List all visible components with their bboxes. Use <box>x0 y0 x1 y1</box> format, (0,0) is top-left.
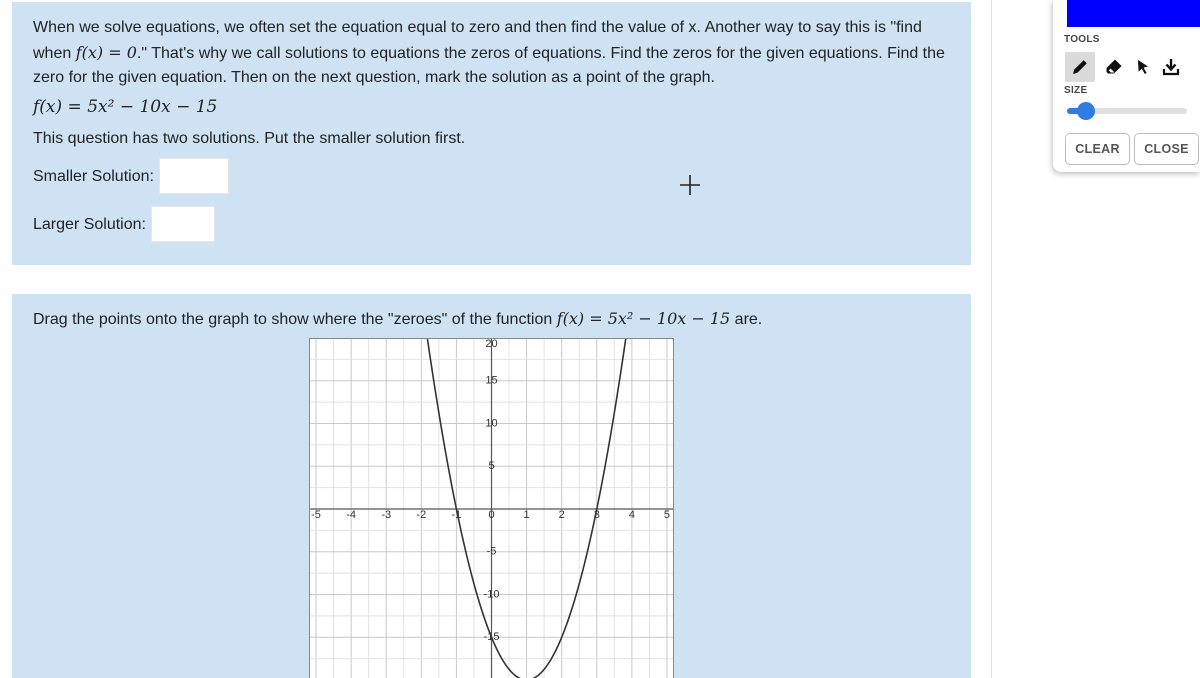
size-slider-thumb[interactable] <box>1077 102 1096 120</box>
y-tick-label: 15 <box>485 375 497 387</box>
fx-expression: f(x) <box>75 42 104 62</box>
graph-svg[interactable]: -5 -4 -3 -2 -1 0 1 2 3 4 52015105-5-10-15 <box>309 338 674 678</box>
question-card-2: Drag the points onto the graph to show w… <box>12 294 971 678</box>
y-tick-label: 5 <box>488 460 494 472</box>
eraser-tool-button[interactable] <box>1099 52 1129 82</box>
smaller-solution-label: Smaller Solution: <box>33 168 154 185</box>
x-tick-label: 1 <box>524 509 530 521</box>
pen-tool-button[interactable] <box>1065 52 1095 82</box>
drawing-tools-panel: TOOLS SIZE CLEAR CLOSE <box>1053 0 1200 172</box>
pen-icon <box>1073 60 1087 74</box>
x-tick-label: -3 <box>381 509 391 521</box>
equals-zero: = 0 <box>103 42 137 62</box>
larger-solution-input[interactable] <box>151 206 215 242</box>
size-label: SIZE <box>1064 85 1088 96</box>
color-swatch[interactable] <box>1067 0 1200 27</box>
x-tick-label: 0 <box>488 509 494 521</box>
drag-text-after: are. <box>730 311 763 328</box>
drag-formula: f(x) = 5x² − 10x − 15 <box>556 309 731 328</box>
y-tick-label: -5 <box>487 546 497 558</box>
x-tick-label: 4 <box>629 509 635 521</box>
tools-label: TOOLS <box>1064 34 1100 45</box>
pointer-icon <box>1138 60 1148 74</box>
instruction-note: This question has two solutions. Put the… <box>33 130 466 147</box>
pointer-tool-button[interactable] <box>1128 52 1158 82</box>
function-formula: f(x) = 5x² − 10x − 15 <box>33 97 218 117</box>
download-icon <box>1162 59 1180 76</box>
drag-instruction: Drag the points onto the graph to show w… <box>33 309 762 329</box>
smaller-solution-input[interactable] <box>159 158 229 194</box>
question-text: When we solve equations, we often set th… <box>33 16 958 91</box>
x-tick-label: -5 <box>311 509 321 521</box>
question-card-1: When we solve equations, we often set th… <box>12 2 971 265</box>
x-tick-label: 2 <box>559 509 565 521</box>
content-divider <box>991 0 992 678</box>
x-tick-label: 5 <box>664 509 670 521</box>
crosshair-cursor-icon <box>680 175 700 195</box>
function-graph[interactable]: -5 -4 -3 -2 -1 0 1 2 3 4 5 20 15 10 5 -5 -10 -15 <box>309 338 674 678</box>
drag-text-before: Drag the points onto the graph to show w… <box>33 311 557 328</box>
x-tick-label: -2 <box>416 509 426 521</box>
y-tick-label: 10 <box>485 417 497 429</box>
size-slider[interactable] <box>1067 102 1187 120</box>
eraser-icon <box>1106 59 1122 74</box>
y-tick-label: -10 <box>484 588 500 600</box>
y-tick-label: 20 <box>485 338 497 350</box>
question-text-part2: ." That's why we call solutions to equat… <box>33 44 945 87</box>
clear-button[interactable]: CLEAR <box>1065 133 1130 165</box>
x-tick-label: -4 <box>346 509 356 521</box>
larger-solution-label: Larger Solution: <box>33 216 146 233</box>
close-button[interactable]: CLOSE <box>1134 133 1199 165</box>
download-tool-button[interactable] <box>1156 52 1186 82</box>
